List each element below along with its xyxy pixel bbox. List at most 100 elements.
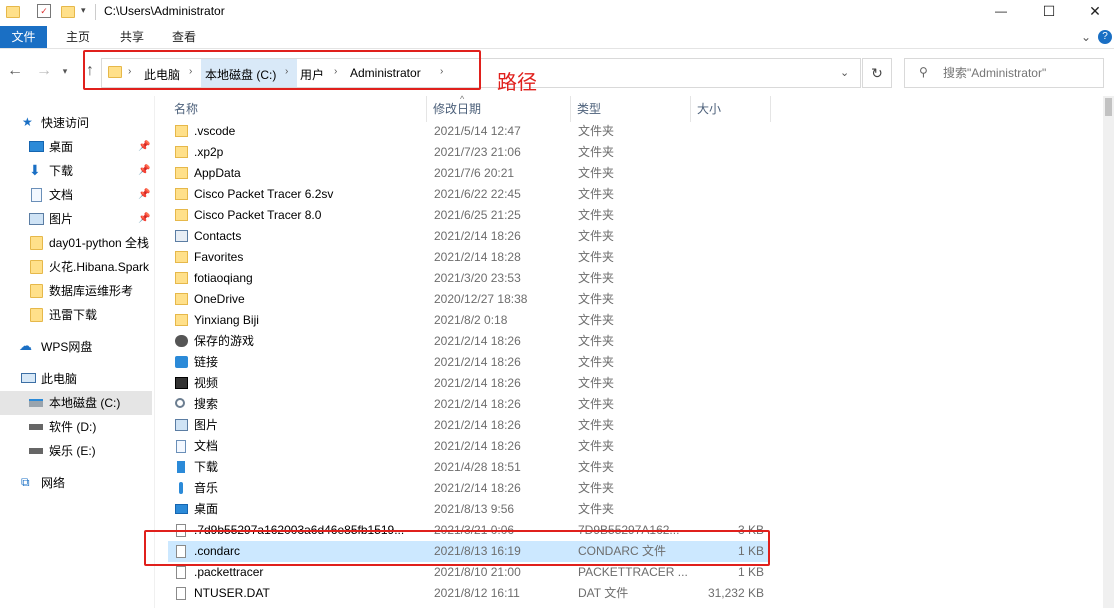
nav-label: 本地磁盘 (C:) (49, 396, 121, 410)
file-date: 2021/2/14 18:26 (434, 376, 521, 390)
nav-label: 图片 (49, 212, 74, 226)
file-name: Cisco Packet Tracer 6.2sv (194, 187, 334, 201)
nav-label: 文档 (49, 188, 74, 202)
nav-item-network[interactable]: ⧉ 网络 (0, 471, 152, 495)
minimize-button[interactable]: — (978, 0, 1024, 24)
ribbon-expand-icon[interactable]: ⌄ (1078, 26, 1094, 48)
table-row[interactable]: .xp2p 2021/7/23 21:06 文件夹 (168, 142, 768, 163)
properties-icon[interactable]: ✓ (37, 4, 51, 18)
search-input[interactable] (943, 65, 1101, 81)
folder-icon (175, 167, 188, 179)
new-folder-icon[interactable] (61, 6, 75, 18)
column-name[interactable]: 名称 (168, 96, 427, 122)
table-row[interactable]: fotiaoqiang 2021/3/20 23:53 文件夹 (168, 268, 768, 289)
table-row[interactable]: 视频 2021/2/14 18:26 文件夹 (168, 373, 768, 394)
table-row[interactable]: 文档 2021/2/14 18:26 文件夹 (168, 436, 768, 457)
saved-games-icon (175, 335, 188, 347)
column-date[interactable]: 修改日期 (427, 96, 571, 122)
file-type: 文件夹 (578, 250, 615, 264)
table-row[interactable]: 下载 2021/4/28 18:51 文件夹 (168, 457, 768, 478)
search-icon: ⚲ (919, 65, 928, 79)
file-date: 2021/2/14 18:26 (434, 418, 521, 432)
forward-arrow-icon[interactable]: → (34, 62, 54, 80)
nav-item-recent-folder[interactable]: 火花.Hibana.Spark (0, 255, 152, 279)
nav-item-desktop[interactable]: 桌面 📌 (0, 135, 152, 159)
file-date: 2021/2/14 18:26 (434, 334, 521, 348)
window-title: C:\Users\Administrator (104, 4, 225, 18)
table-row[interactable]: 图片 2021/2/14 18:26 文件夹 (168, 415, 768, 436)
nav-item-recent-folder[interactable]: 数据库运维形考 (0, 279, 152, 303)
folder-icon (175, 251, 188, 263)
scrollbar-thumb[interactable] (1105, 98, 1112, 116)
pin-icon[interactable]: 📌 (138, 183, 150, 207)
table-row[interactable]: 搜索 2021/2/14 18:26 文件夹 (168, 394, 768, 415)
nav-item-this-pc[interactable]: 此电脑 (0, 367, 152, 391)
file-date: 2021/6/22 22:45 (434, 187, 521, 201)
folder-icon (6, 6, 20, 18)
nav-item-pictures[interactable]: 图片 📌 (0, 207, 152, 231)
navigation-pane: ★ 快速访问 桌面 📌 ⬇ 下载 📌 文档 📌 图片 📌 day01-pytho… (0, 96, 155, 608)
table-row[interactable]: AppData 2021/7/6 20:21 文件夹 (168, 163, 768, 184)
title-separator (95, 4, 96, 20)
download-icon: ⬇ (29, 162, 41, 178)
file-date: 2021/7/23 21:06 (434, 145, 521, 159)
document-icon (176, 440, 186, 453)
nav-item-documents[interactable]: 文档 📌 (0, 183, 152, 207)
pin-icon[interactable]: 📌 (138, 207, 150, 231)
drive-icon (29, 424, 43, 430)
pin-icon[interactable]: 📌 (138, 135, 150, 159)
table-row[interactable]: Favorites 2021/2/14 18:28 文件夹 (168, 247, 768, 268)
table-row[interactable]: NTUSER.DAT 2021/8/12 16:11 DAT 文件 31,232 KB (168, 583, 768, 604)
table-row[interactable]: 音乐 2021/2/14 18:26 文件夹 (168, 478, 768, 499)
tab-share[interactable]: 共享 (114, 26, 150, 48)
search-box[interactable]: ⚲ (904, 58, 1104, 88)
nav-item-recent-folder[interactable]: day01-python 全栈 (0, 231, 152, 255)
table-row[interactable]: Contacts 2021/2/14 18:26 文件夹 (168, 226, 768, 247)
table-row[interactable]: 保存的游戏 2021/2/14 18:26 文件夹 (168, 331, 768, 352)
nav-item-recent-folder[interactable]: 迅雷下载 (0, 303, 152, 327)
quick-access-dropdown-icon[interactable]: ▾ (81, 5, 86, 21)
nav-quick-access[interactable]: ★ 快速访问 (0, 111, 152, 135)
nav-item-drive-d[interactable]: 软件 (D:) (0, 415, 152, 439)
table-row[interactable]: Cisco Packet Tracer 6.2sv 2021/6/22 22:45… (168, 184, 768, 205)
file-name: .xp2p (194, 145, 224, 159)
nav-item-downloads[interactable]: ⬇ 下载 📌 (0, 159, 152, 183)
table-row[interactable]: .vscode 2021/5/14 12:47 文件夹 (168, 121, 768, 142)
back-arrow-icon[interactable]: ← (5, 62, 25, 80)
column-type[interactable]: 类型 (571, 96, 691, 122)
table-row[interactable]: OneDrive 2020/12/27 18:38 文件夹 (168, 289, 768, 310)
recent-locations-icon[interactable]: ▾ (55, 66, 75, 77)
file-type: 文件夹 (578, 481, 615, 495)
nav-item-drive-c[interactable]: 本地磁盘 (C:) (0, 391, 152, 415)
pin-icon[interactable]: 📌 (138, 159, 150, 183)
nav-item-drive-e[interactable]: 娱乐 (E:) (0, 439, 152, 463)
nav-label: 此电脑 (41, 372, 78, 386)
refresh-icon[interactable]: ↻ (862, 58, 892, 88)
file-size: 31,232 KB (707, 586, 764, 600)
nav-item-wps[interactable]: ☁ WPS网盘 (0, 335, 152, 359)
file-name: 链接 (194, 355, 219, 369)
table-row[interactable]: Cisco Packet Tracer 8.0 2021/6/25 21:25 文件… (168, 205, 768, 226)
file-name: Favorites (194, 250, 244, 264)
folder-icon (30, 308, 43, 322)
tab-home[interactable]: 主页 (60, 26, 96, 48)
close-button[interactable]: ✕ (1072, 0, 1114, 24)
file-name: fotiaoqiang (194, 271, 253, 285)
vertical-scrollbar[interactable] (1103, 96, 1114, 608)
file-name: Contacts (194, 229, 242, 243)
contacts-icon (175, 230, 188, 242)
nav-label: day01-python 全栈 (49, 236, 150, 250)
file-name: .vscode (194, 124, 236, 138)
table-row[interactable]: 桌面 2021/8/13 9:56 文件夹 (168, 499, 768, 520)
maximize-button[interactable]: ☐ (1026, 0, 1072, 24)
tab-file[interactable]: 文件 (0, 26, 47, 48)
tab-view[interactable]: 查看 (166, 26, 202, 48)
file-type: 文件夹 (578, 271, 615, 285)
address-dropdown-icon[interactable]: ⌄ (840, 66, 849, 79)
folder-icon (175, 125, 188, 137)
help-icon[interactable]: ? (1098, 30, 1112, 44)
table-row[interactable]: 链接 2021/2/14 18:26 文件夹 (168, 352, 768, 373)
table-row[interactable]: Yinxiang Biji 2021/8/2 0:18 文件夹 (168, 310, 768, 331)
nav-label: 迅雷下载 (49, 308, 98, 322)
column-size[interactable]: 大小 (691, 96, 771, 122)
